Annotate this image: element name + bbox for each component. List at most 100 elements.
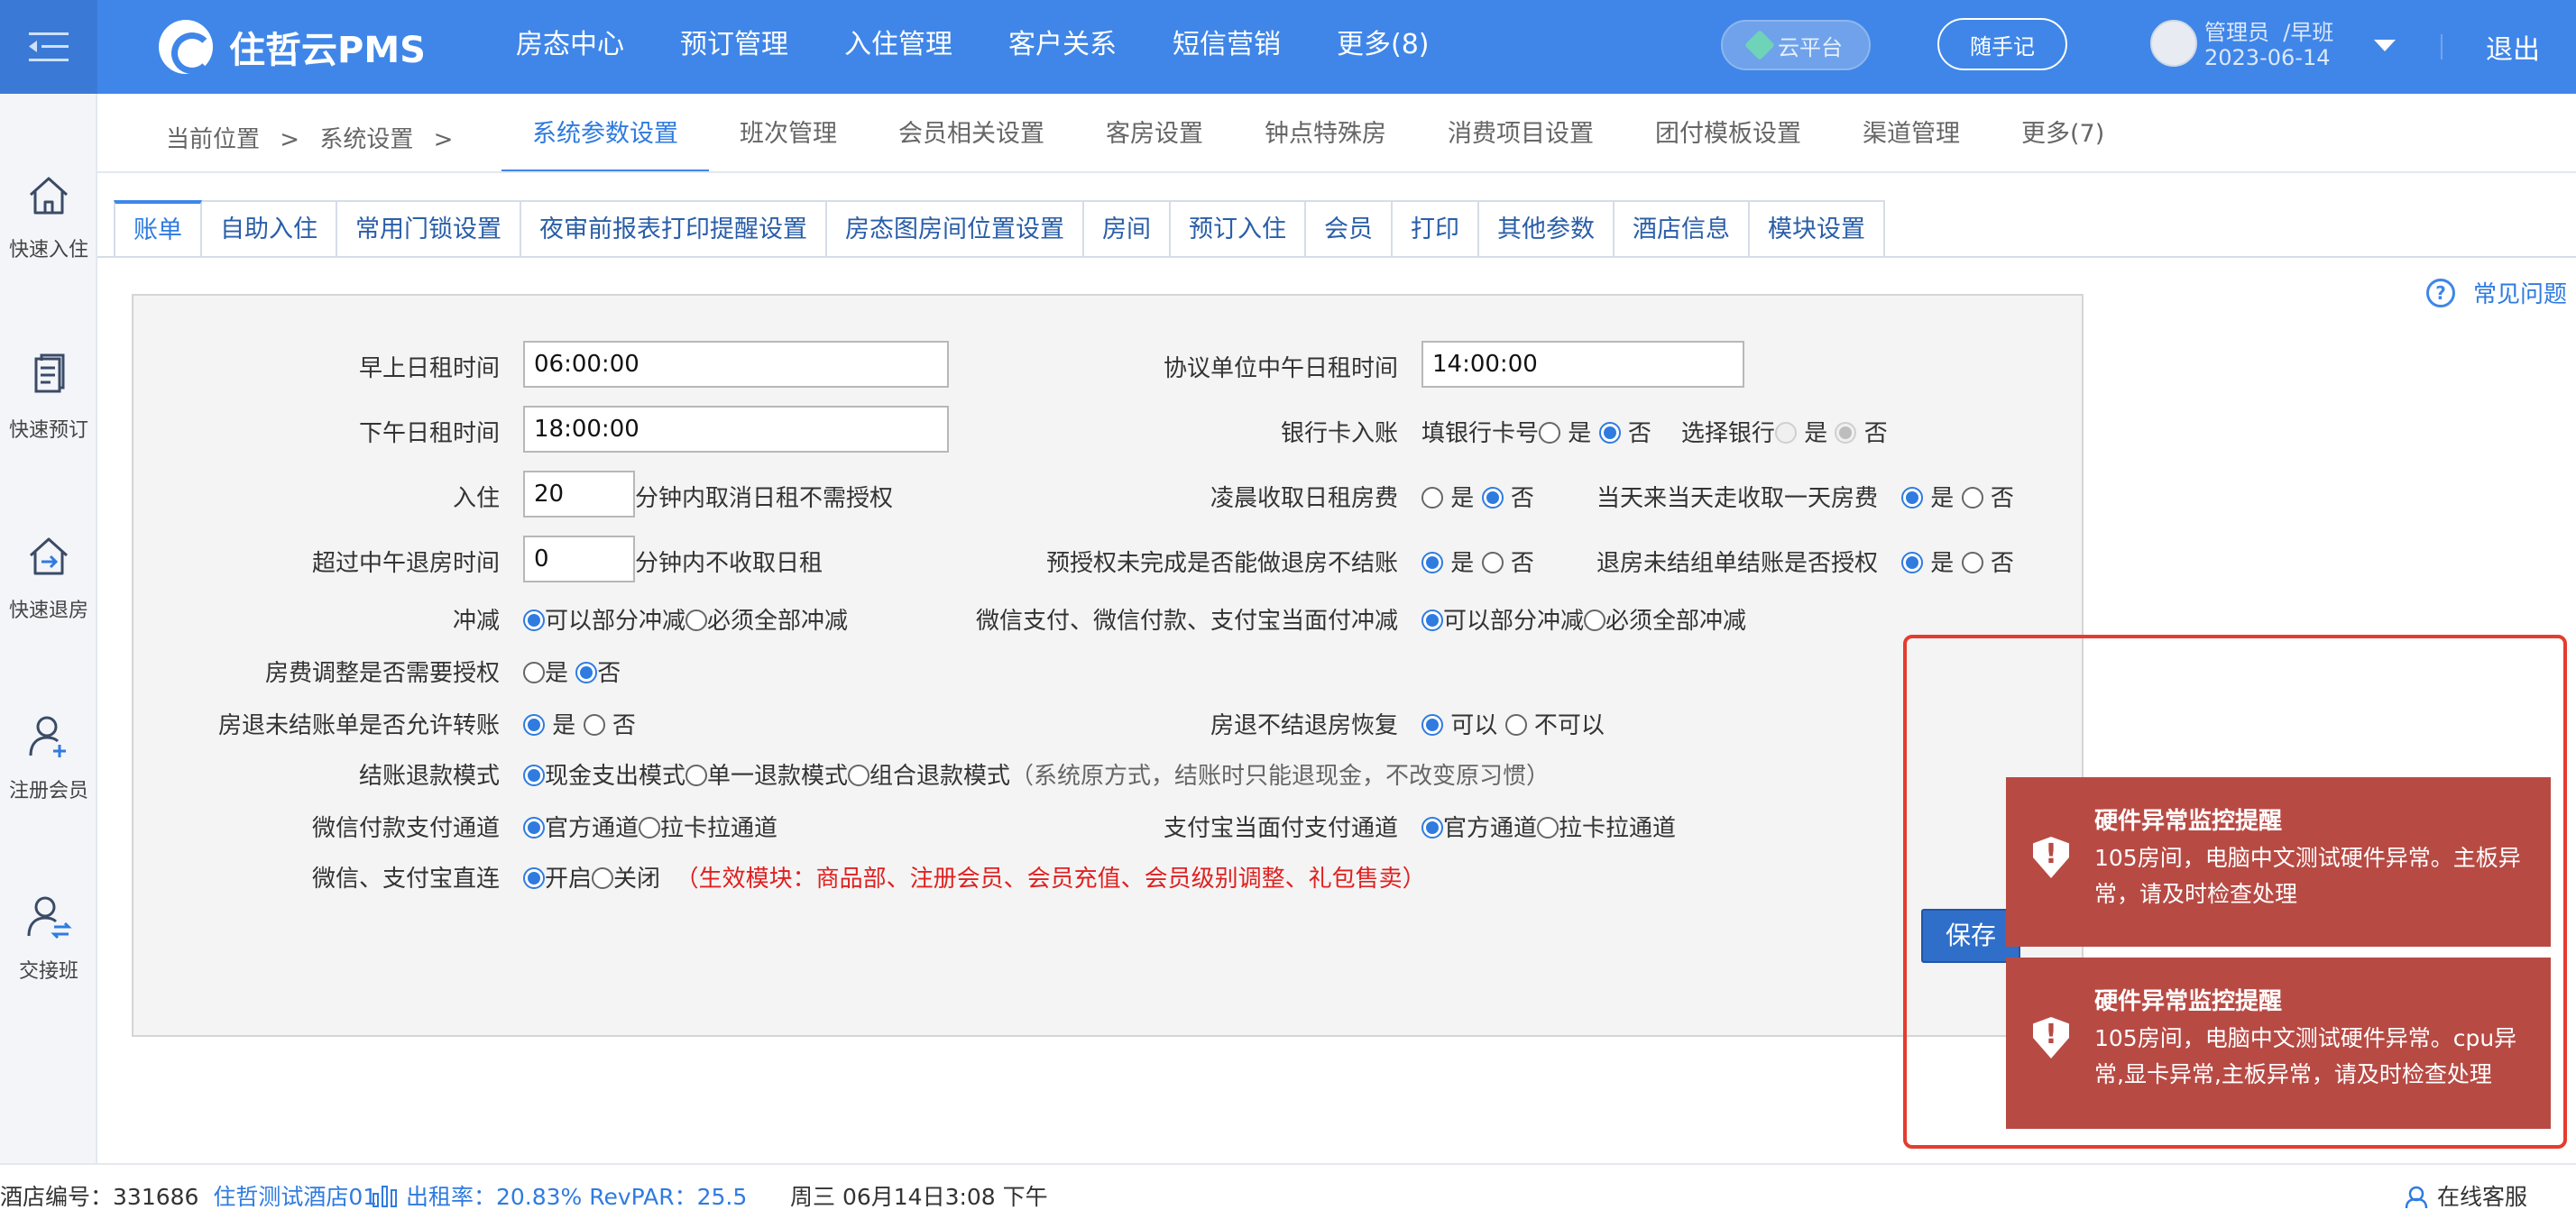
restore-label: 房退不结退房恢复 xyxy=(1210,712,1398,739)
morning-rent-input[interactable] xyxy=(523,341,949,388)
tab-night-audit[interactable]: 夜审前报表打印提醒设置 xyxy=(521,200,827,258)
sidebar-item-quick-booking[interactable]: 快速预订 xyxy=(0,353,97,443)
restore-no-radio[interactable] xyxy=(1504,714,1527,736)
bankcard-options: 填银行卡号 是 否 选择银行 是 否 xyxy=(1421,415,1888,448)
fee-adjust-yes-radio[interactable] xyxy=(523,662,545,683)
headset-icon xyxy=(2405,1186,2428,1209)
tab-module-settings[interactable]: 模块设置 xyxy=(1750,200,1885,258)
cloud-platform-button[interactable]: 云平台 xyxy=(1721,20,1871,70)
transfer-yes-radio[interactable] xyxy=(523,714,545,736)
online-service-button[interactable]: 在线客服 xyxy=(2403,1179,2527,1212)
subnav-more[interactable]: 更多(7) xyxy=(1991,101,2135,173)
transfer-no-radio[interactable] xyxy=(583,714,605,736)
logout-button[interactable]: 退出 xyxy=(2486,27,2540,67)
tab-booking-checkin[interactable]: 预订入住 xyxy=(1171,200,1306,258)
tab-hotel-info[interactable]: 酒店信息 xyxy=(1615,200,1750,258)
toast-title: 硬件异常监控提醒 xyxy=(2094,988,2283,1015)
nav-reservation[interactable]: 预订管理 xyxy=(680,0,788,94)
breadcrumb-label: 当前位置 xyxy=(166,126,261,153)
dawn-yes-radio[interactable] xyxy=(1421,487,1443,509)
direct-on-radio[interactable] xyxy=(523,867,545,889)
faq-label: 常见问题 xyxy=(2473,281,2568,308)
nav-room-status[interactable]: 房态中心 xyxy=(516,0,624,94)
nav-sms[interactable]: 短信营销 xyxy=(1173,0,1281,94)
nav-customer[interactable]: 客户关系 xyxy=(1008,0,1117,94)
direct-off-radio[interactable] xyxy=(592,867,614,889)
bankcard-fill-no-radio[interactable] xyxy=(1598,422,1621,444)
bar-chart-icon xyxy=(373,1186,397,1207)
sidebar-item-quick-checkin[interactable]: 快速入住 xyxy=(0,173,97,262)
same-day-no-radio[interactable] xyxy=(1961,487,1983,509)
subnav-group[interactable]: 团付模板设置 xyxy=(1624,101,1832,173)
tab-room-map[interactable]: 房态图房间位置设置 xyxy=(827,200,1084,258)
checkin-label: 入住 xyxy=(452,485,500,512)
refund-combined-radio[interactable] xyxy=(848,765,870,786)
faq-link[interactable]: ? 常见问题 xyxy=(2426,276,2567,309)
noon-checkout-input[interactable] xyxy=(523,536,635,582)
sidebar-item-register-member[interactable]: 注册会员 xyxy=(0,714,97,803)
group-auth-radio-group: 是 否 xyxy=(1901,545,2014,578)
chevron-down-icon[interactable] xyxy=(2374,40,2396,51)
app-logo[interactable]: 住哲云PMS xyxy=(159,20,426,74)
subnav-hourly[interactable]: 钟点特殊房 xyxy=(1234,101,1417,173)
add-user-icon xyxy=(29,716,66,757)
group-auth-no-radio[interactable] xyxy=(1961,552,1983,573)
tab-member[interactable]: 会员 xyxy=(1306,200,1393,258)
subnav-member[interactable]: 会员相关设置 xyxy=(868,101,1075,173)
alipay-official-radio[interactable] xyxy=(1421,817,1443,839)
divider xyxy=(97,171,2576,173)
wechat-lakala-radio[interactable] xyxy=(639,817,661,839)
preauth-no-radio[interactable] xyxy=(1481,552,1504,573)
refund-cash-radio[interactable] xyxy=(523,765,545,786)
tab-self-checkin[interactable]: 自助入住 xyxy=(202,200,337,258)
restore-yes-radio[interactable] xyxy=(1421,714,1443,736)
tab-other-params[interactable]: 其他参数 xyxy=(1479,200,1615,258)
sidebar-item-quick-checkout[interactable]: 快速退房 xyxy=(0,534,97,623)
agreement-rent-input[interactable] xyxy=(1421,341,1744,388)
restore-radio-group: 可以 不可以 xyxy=(1421,707,1605,740)
checkin-minutes-input[interactable] xyxy=(523,471,635,518)
nav-checkin[interactable]: 入住管理 xyxy=(844,0,952,94)
avatar[interactable] xyxy=(2150,20,2197,67)
dawn-no-radio[interactable] xyxy=(1481,487,1504,509)
offset-full-label: 必须全部冲减 xyxy=(1605,608,1747,635)
mobile-offset-full-radio[interactable] xyxy=(1584,610,1606,631)
offset-full-label: 必须全部冲减 xyxy=(707,608,849,635)
tab-room[interactable]: 房间 xyxy=(1084,200,1171,258)
breadcrumb-system-settings[interactable]: 系统设置 xyxy=(319,126,413,153)
offset-full-radio[interactable] xyxy=(685,610,708,631)
tab-door-lock[interactable]: 常用门锁设置 xyxy=(337,200,521,258)
fee-adjust-no-radio[interactable] xyxy=(575,662,598,683)
tab-print[interactable]: 打印 xyxy=(1393,200,1479,258)
bankcard-fill-yes-radio[interactable] xyxy=(1539,422,1561,444)
refund-single-radio[interactable] xyxy=(685,765,708,786)
offset-partial-radio[interactable] xyxy=(523,610,545,631)
subnav-channel[interactable]: 渠道管理 xyxy=(1832,101,1991,173)
user-date: 2023-06-14 xyxy=(2204,45,2331,70)
direct-on-label: 开启 xyxy=(545,866,593,893)
same-day-label: 当天来当天走收取一天房费 xyxy=(1596,485,1878,512)
mobile-offset-partial-radio[interactable] xyxy=(1421,610,1443,631)
afternoon-rent-input[interactable] xyxy=(523,406,949,453)
user-name[interactable]: 管理员 /早班 xyxy=(2204,14,2333,46)
subnav-consume[interactable]: 消费项目设置 xyxy=(1417,101,1624,173)
wechat-official-radio[interactable] xyxy=(523,817,545,839)
subnav-shift[interactable]: 班次管理 xyxy=(709,101,868,173)
subnav-room[interactable]: 客房设置 xyxy=(1075,101,1234,173)
tab-bill[interactable]: 账单 xyxy=(114,200,202,258)
sidebar-item-shift-handover[interactable]: 交接班 xyxy=(0,894,97,984)
same-day-yes-radio[interactable] xyxy=(1901,487,1923,509)
hardware-alert-toast[interactable]: 硬件异常监控提醒 105房间，电脑中文测试硬件异常。cpu异常,显卡异常,主板异… xyxy=(2006,958,2551,1129)
alipay-lakala-radio[interactable] xyxy=(1537,817,1559,839)
menu-toggle-button[interactable] xyxy=(0,0,97,94)
nav-more[interactable]: 更多(8) xyxy=(1337,0,1430,94)
hardware-alert-toast[interactable]: 硬件异常监控提醒 105房间，电脑中文测试硬件异常。主板异常，请及时检查处理 xyxy=(2006,777,2551,947)
quick-note-button[interactable]: 随手记 xyxy=(1937,18,2067,70)
group-auth-yes-radio[interactable] xyxy=(1901,552,1923,573)
breadcrumb-sep: > xyxy=(433,126,454,153)
occupancy-rate: 出租率：20.83% xyxy=(405,1184,583,1210)
preauth-label: 预授权未完成是否能做退房不结账 xyxy=(1045,550,1398,577)
subnav-system-params[interactable]: 系统参数设置 xyxy=(501,101,709,173)
hotel-name[interactable]: 住哲测试酒店01 xyxy=(213,1184,377,1210)
preauth-yes-radio[interactable] xyxy=(1421,552,1443,573)
